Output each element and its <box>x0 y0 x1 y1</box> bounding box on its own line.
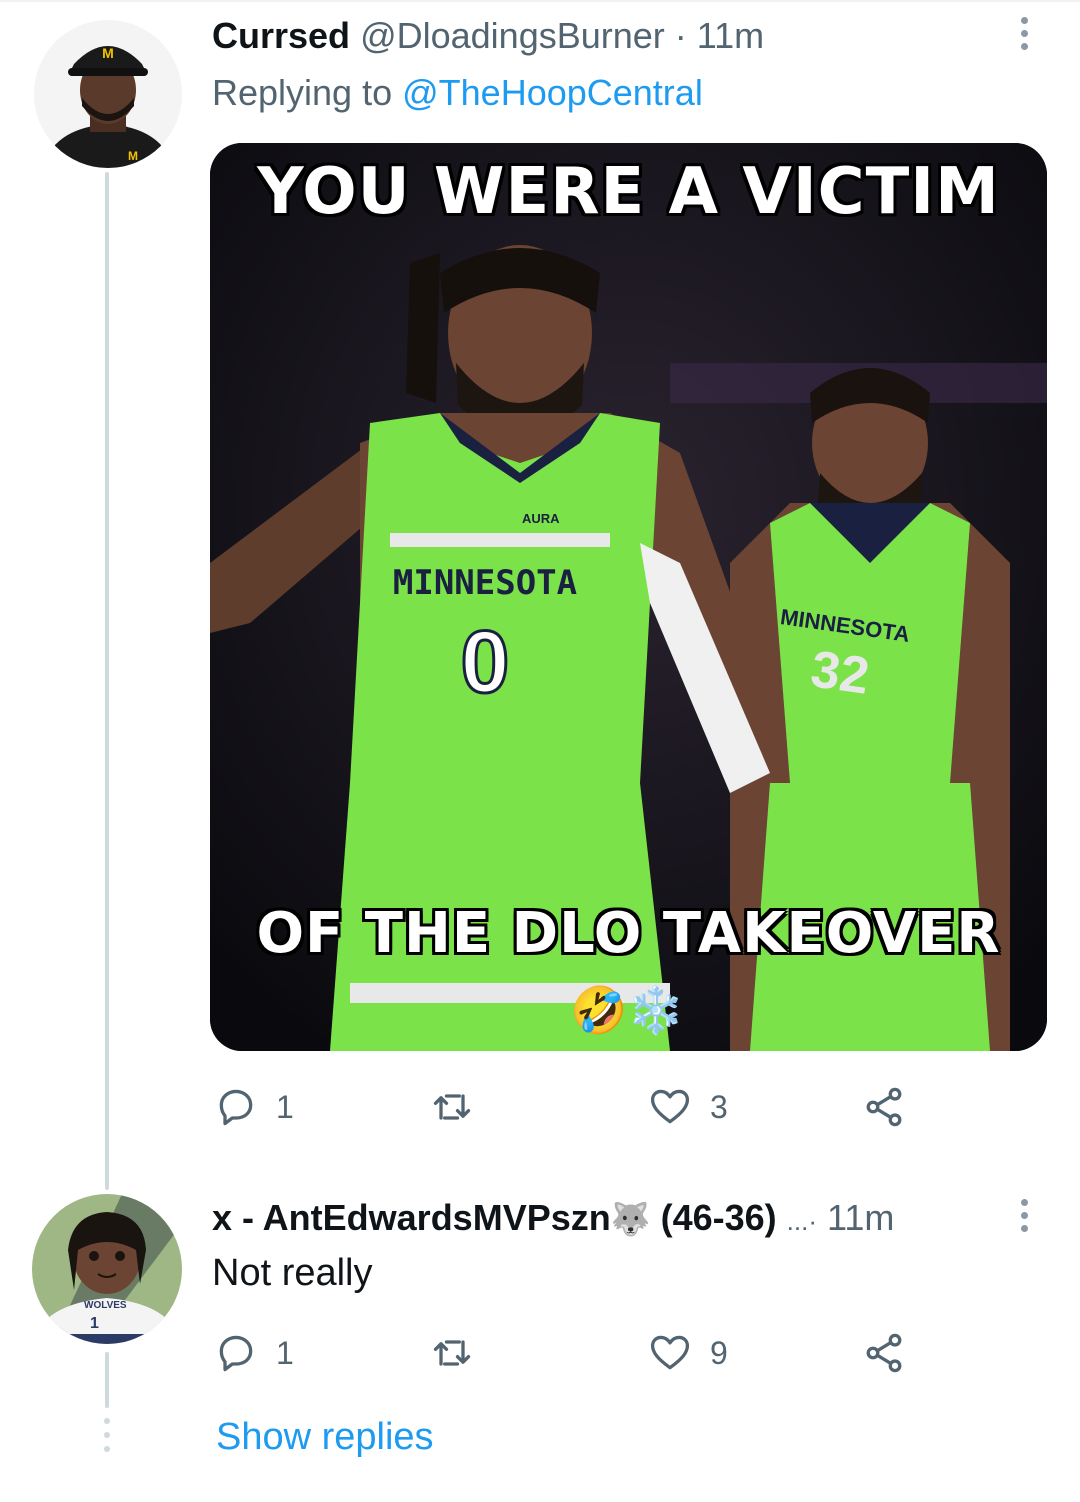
like-action[interactable]: 3 <box>648 1082 728 1132</box>
share-icon <box>866 1087 902 1127</box>
more-options-icon-2[interactable] <box>1004 1196 1044 1236</box>
handle-ellipsis: ...· <box>786 1206 818 1236</box>
replying-to-line: Replying to @TheHoopCentral <box>212 72 703 114</box>
avatar-jersey-text: WOLVES <box>84 1300 127 1311</box>
avatar-image: M M <box>34 20 182 168</box>
meme-top-text: YOU WERE A VICTIM <box>257 155 1000 229</box>
jersey-left-sponsor: AURA <box>522 511 560 526</box>
display-name-suffix: (46-36) <box>660 1197 777 1238</box>
heart-icon <box>650 1335 690 1370</box>
reply-action-2[interactable]: 1 <box>214 1328 294 1378</box>
share-action[interactable] <box>862 1082 906 1132</box>
wolf-emoji-icon: 🐺 <box>610 1201 651 1237</box>
retweet-action-2[interactable] <box>430 1328 492 1378</box>
retweet-icon <box>433 1340 471 1366</box>
avatar-currsed[interactable]: M M <box>34 20 182 168</box>
reply-action[interactable]: 1 <box>214 1082 294 1132</box>
retweet-icon <box>433 1094 471 1120</box>
svg-text:M: M <box>102 45 114 61</box>
jersey-left-number: 0 <box>459 611 511 713</box>
reply-count-2: 1 <box>276 1334 294 1371</box>
reply-count: 1 <box>276 1088 294 1125</box>
thread-more-dots <box>104 1418 110 1454</box>
show-replies-link[interactable]: Show replies <box>216 1416 434 1459</box>
replying-to-label: Replying to <box>212 72 393 113</box>
thread-connector-line-2 <box>105 1352 109 1408</box>
meta-separator: · <box>674 15 687 56</box>
share-action-2[interactable] <box>862 1328 906 1378</box>
meme-emoji: 🤣❄️ <box>570 984 685 1036</box>
avatar-image: WOLVES 1 <box>32 1194 182 1344</box>
top-divider <box>0 0 1080 2</box>
tweet-header-2: x - AntEdwardsMVPszn🐺 (46-36) ...· 11m <box>212 1196 894 1243</box>
tweet-text-2: Not really <box>212 1252 373 1294</box>
meme-bottom-text: OF THE DLO TAKEOVER <box>256 901 1001 966</box>
like-count-2: 9 <box>710 1334 728 1371</box>
thread-connector-line <box>105 172 109 1190</box>
reply-icon <box>219 1335 253 1372</box>
retweet-action[interactable] <box>430 1082 492 1132</box>
share-icon <box>866 1333 902 1373</box>
tweet-time[interactable]: 11m <box>697 15 764 56</box>
svg-text:M: M <box>128 149 138 163</box>
like-action-2[interactable]: 9 <box>648 1328 728 1378</box>
display-name-2[interactable]: x - AntEdwardsMVPszn <box>212 1197 611 1238</box>
like-count: 3 <box>710 1088 728 1125</box>
avatar-antedwards[interactable]: WOLVES 1 <box>32 1194 182 1344</box>
reply-icon <box>219 1089 253 1126</box>
heart-icon <box>650 1089 690 1124</box>
tweet-header: Currsed @DloadingsBurner · 11m <box>212 14 764 58</box>
user-handle[interactable]: @DloadingsBurner <box>360 15 665 56</box>
display-name[interactable]: Currsed <box>212 15 350 56</box>
avatar-jersey-number: 1 <box>90 1315 99 1332</box>
tweet-time-2[interactable]: 11m <box>827 1197 894 1238</box>
replying-to-handle[interactable]: @TheHoopCentral <box>402 72 703 113</box>
more-options-icon[interactable] <box>1004 14 1044 54</box>
tweet-media-image[interactable]: YOU WERE A VICTIM AURA MINNESOTA 0 MINNE… <box>210 143 1047 1051</box>
jersey-left-team: MINNESOTA <box>392 563 578 603</box>
